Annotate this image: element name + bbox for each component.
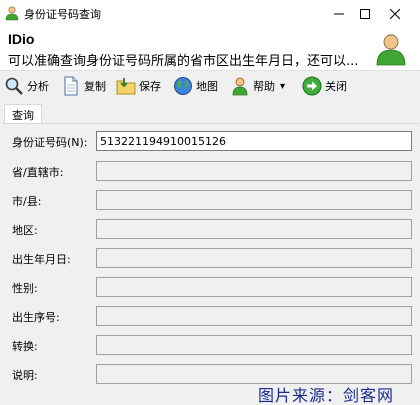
birth-sequence-field (96, 306, 412, 326)
maximize-button[interactable] (351, 0, 379, 28)
magnifier-icon (5, 77, 23, 95)
tab-query[interactable]: 查询 (4, 104, 42, 124)
province-field (96, 161, 412, 181)
close-button[interactable] (381, 0, 409, 28)
district-label: 地区: (12, 224, 38, 237)
help-label: 帮助 (253, 80, 275, 93)
save-folder-icon (116, 78, 136, 95)
help-dropdown-icon[interactable]: ▾ (280, 81, 285, 92)
note-field (96, 364, 412, 384)
minimize-icon (334, 13, 344, 15)
map-label: 地图 (196, 80, 218, 93)
person-icon (5, 6, 19, 21)
query-panel: 身份证号码(N): 省/直辖市: 市/县: 地区: 出生年月日: 性别: 出生序… (2, 123, 418, 401)
user-avatar-icon (376, 34, 406, 66)
title-bar: 身份证号码查询 (0, 0, 420, 28)
close-app-label: 关闭 (325, 80, 347, 93)
help-button[interactable]: 帮助 ▾ (228, 74, 285, 98)
analyze-button[interactable]: 分析 (2, 74, 49, 98)
convert-label: 转换: (12, 340, 38, 353)
analyze-label: 分析 (27, 80, 49, 93)
copy-button[interactable]: 复制 (59, 74, 106, 98)
district-field (96, 219, 412, 239)
birthdate-field (96, 248, 412, 268)
city-label: 市/县: (12, 195, 42, 208)
id-number-label: 身份证号码(N): (12, 136, 88, 149)
province-label: 省/直辖市: (12, 166, 64, 179)
document-icon (64, 76, 78, 96)
note-label: 说明: (12, 369, 38, 382)
save-button[interactable]: 保存 (114, 74, 161, 98)
window-title: 身份证号码查询 (24, 8, 101, 21)
save-label: 保存 (139, 80, 161, 93)
birthdate-label: 出生年月日: (12, 253, 71, 266)
app-description: 可以准确查询身份证号码所属的省市区出生年月日，还可以... (8, 54, 359, 69)
maximize-icon (360, 9, 370, 19)
person-help-icon (232, 77, 248, 96)
app-name: IDio (8, 31, 35, 47)
tab-container: 查询 身份证号码(N): 省/直辖市: 市/县: 地区: 出生年月日: 性别: … (0, 100, 420, 405)
gender-label: 性别: (12, 282, 38, 295)
globe-icon (174, 77, 192, 95)
toolbar: 分析 复制 保存 地图 帮助 ▾ 关闭 (0, 70, 420, 100)
convert-field (96, 335, 412, 355)
close-app-button[interactable]: 关闭 (300, 74, 347, 98)
minimize-button[interactable] (325, 0, 353, 28)
map-button[interactable]: 地图 (171, 74, 218, 98)
id-number-input[interactable] (97, 132, 411, 150)
watermark: 图片来源：剑客网 (258, 386, 395, 405)
copy-label: 复制 (84, 80, 106, 93)
gender-field (96, 277, 412, 297)
green-arrow-icon (302, 76, 322, 96)
close-icon (390, 9, 400, 19)
birth-sequence-label: 出生序号: (12, 311, 60, 324)
city-field (96, 190, 412, 210)
app-header: IDio 可以准确查询身份证号码所属的省市区出生年月日，还可以... (0, 28, 420, 69)
id-number-field[interactable] (96, 131, 412, 151)
